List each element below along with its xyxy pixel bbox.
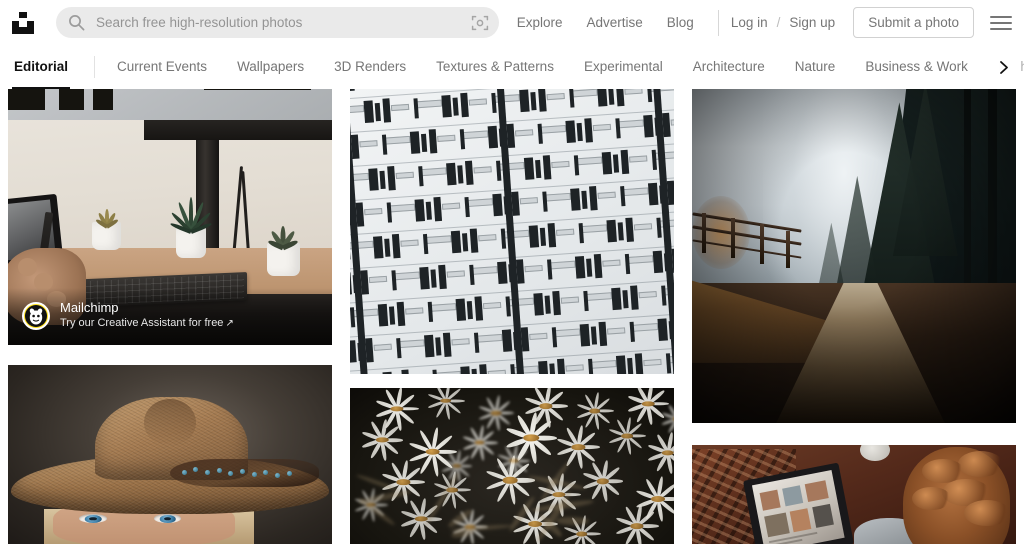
- search-bar[interactable]: [56, 7, 499, 38]
- photo-artwork: [350, 388, 674, 544]
- login-link[interactable]: Log in: [731, 15, 768, 30]
- ad-tagline: Try our Creative Assistant for free ↗: [60, 317, 234, 331]
- photo-artwork: [8, 365, 332, 544]
- tab-editorial[interactable]: Editorial: [12, 45, 70, 89]
- photo-foggy-forest-road[interactable]: [692, 89, 1016, 423]
- category-item-wallpapers[interactable]: Wallpapers: [222, 45, 319, 89]
- site-header: Explore Advertise Blog Log in / Sign up …: [0, 0, 1024, 45]
- category-item-3d-renders[interactable]: 3D Renders: [319, 45, 421, 89]
- nav-link-advertise[interactable]: Advertise: [575, 0, 655, 45]
- mailchimp-freddie-icon: [22, 302, 50, 330]
- grid-column-3: [692, 89, 1016, 544]
- photo-building-facade[interactable]: [350, 89, 674, 374]
- visual-search-icon[interactable]: [469, 12, 491, 34]
- category-item-textures-patterns[interactable]: Textures & Patterns: [421, 45, 569, 89]
- chevron-right-icon[interactable]: [986, 45, 1020, 89]
- search-icon: [68, 14, 85, 31]
- header-right-group: Explore Advertise Blog Log in / Sign up …: [505, 0, 1012, 45]
- photo-white-flowers[interactable]: [350, 388, 674, 544]
- search-box[interactable]: [56, 7, 499, 38]
- nav-link-explore[interactable]: Explore: [505, 0, 575, 45]
- grid-column-1: Mailchimp Try our Creative Assistant for…: [8, 89, 332, 544]
- category-item-current-events[interactable]: Current Events: [117, 45, 222, 89]
- category-item-nature[interactable]: Nature: [780, 45, 851, 89]
- ad-text-group: Mailchimp Try our Creative Assistant for…: [60, 300, 234, 331]
- category-item-business-work[interactable]: Business & Work: [850, 45, 983, 89]
- category-item-experimental[interactable]: Experimental: [569, 45, 678, 89]
- search-input[interactable]: [96, 7, 463, 38]
- nav-link-blog[interactable]: Blog: [655, 0, 706, 45]
- signup-link[interactable]: Sign up: [789, 15, 835, 30]
- category-list: Current Events Wallpapers 3D Renders Textur…: [117, 45, 1024, 89]
- auth-separator: /: [777, 15, 781, 30]
- photo-desk-workspace[interactable]: Mailchimp Try our Creative Assistant for…: [8, 89, 332, 345]
- photo-artwork: [692, 445, 1016, 544]
- submit-photo-button[interactable]: Submit a photo: [853, 7, 974, 38]
- hamburger-menu-icon[interactable]: [990, 12, 1012, 34]
- photo-grid: Mailchimp Try our Creative Assistant for…: [0, 89, 1024, 544]
- photo-artwork: [350, 89, 674, 374]
- external-link-arrow-icon: ↗: [225, 318, 233, 329]
- auth-group: Log in / Sign up: [731, 15, 835, 30]
- photo-artwork: [692, 89, 1016, 423]
- header-divider: [718, 10, 719, 36]
- ad-brand-name: Mailchimp: [60, 300, 234, 316]
- unsplash-logo-icon[interactable]: [10, 10, 36, 36]
- ad-tagline-text: Try our Creative Assistant for free: [60, 317, 223, 329]
- sponsored-ad-overlay[interactable]: Mailchimp Try our Creative Assistant for…: [8, 288, 332, 345]
- photo-woman-cowboy-hat[interactable]: [8, 365, 332, 544]
- grid-column-2: [350, 89, 674, 544]
- category-item-architecture[interactable]: Architecture: [678, 45, 780, 89]
- category-nav: Editorial Current Events Wallpapers 3D Ren…: [0, 45, 1024, 89]
- category-nav-divider: [94, 56, 95, 78]
- photo-person-laptop[interactable]: [692, 445, 1016, 544]
- hat-beads: [176, 464, 306, 480]
